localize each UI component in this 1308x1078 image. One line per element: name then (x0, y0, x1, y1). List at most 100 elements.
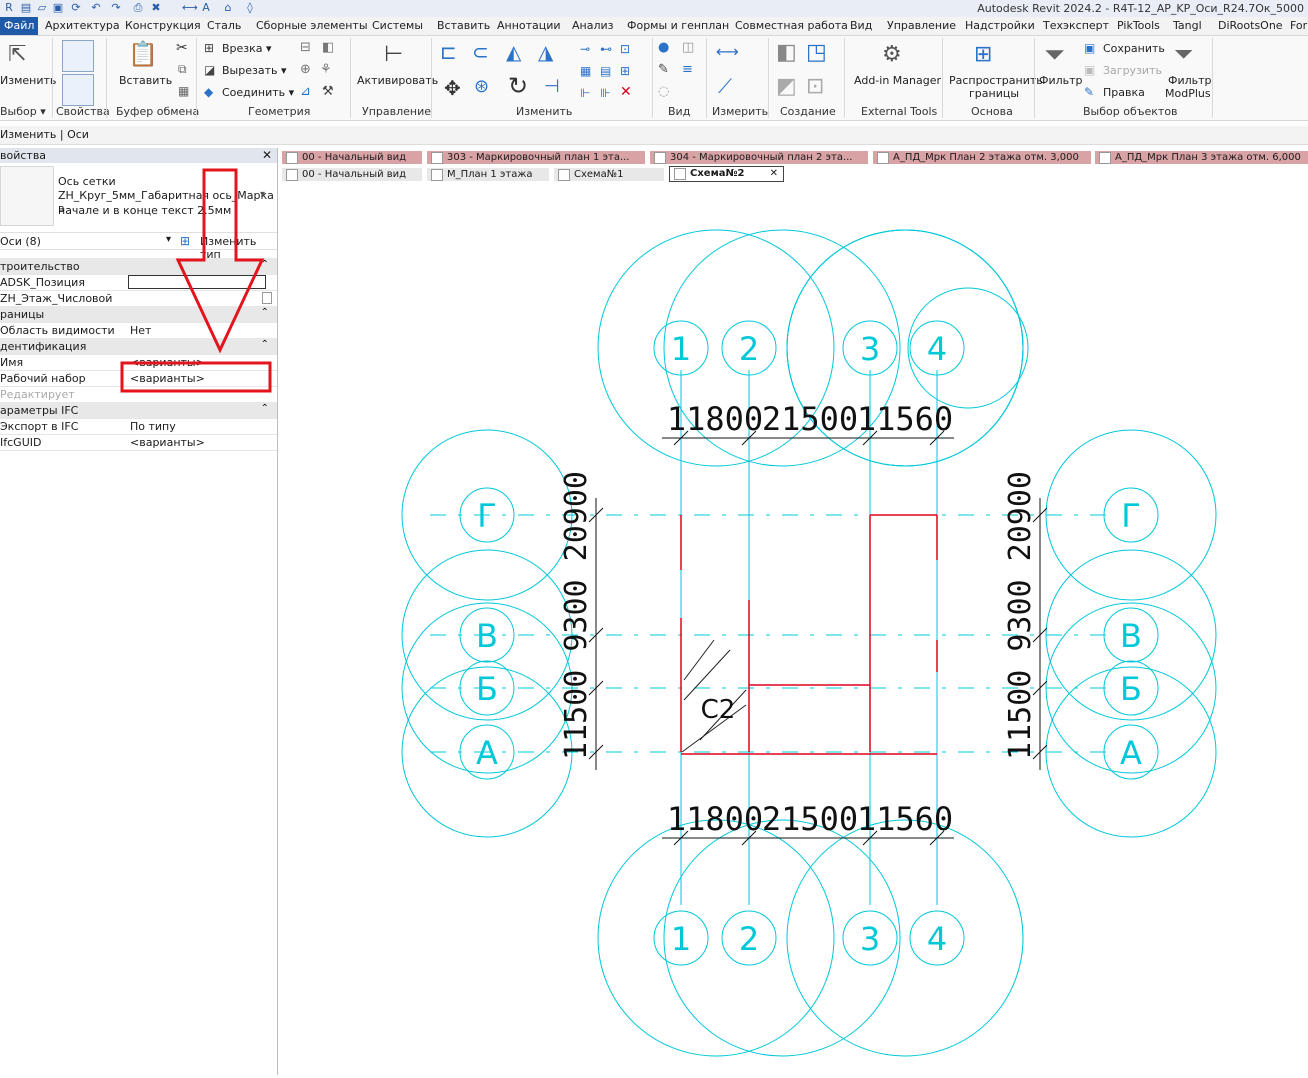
move-icon[interactable]: ✥ (444, 76, 461, 100)
tab-view[interactable]: Вид (850, 19, 872, 32)
grid-label-top-3[interactable]: 3 (860, 330, 880, 368)
temp-hide-icon[interactable]: ◌ (658, 84, 669, 99)
sync-icon[interactable]: ⟳ (70, 2, 82, 14)
array-icon[interactable]: ▦ (580, 64, 591, 78)
spread-bounds-button-line2[interactable]: границы (969, 87, 1019, 100)
doc-tab-scheme-1[interactable]: Схема№1 (554, 168, 664, 181)
doc-tab-floor-plan-3[interactable]: А_ПД_Мрк План 3 этажа отм. 6,000 (1095, 151, 1308, 164)
grid-label-bottom-4[interactable]: 4 (927, 920, 947, 958)
dim-top-3[interactable]: 11560 (857, 400, 953, 438)
category-ifc-parameters[interactable]: араметры IFC ⌃ (0, 402, 277, 419)
save-selection-icon[interactable]: ▣ (1084, 41, 1095, 55)
tab-file[interactable]: Файл (0, 17, 39, 35)
filter-funnel-icon[interactable]: ⏷ (1044, 40, 1065, 71)
paste-icon[interactable]: 📋 (128, 40, 158, 68)
measure-icon[interactable]: ⟷ (182, 2, 198, 14)
grid-label-bottom-2[interactable]: 2 (739, 920, 759, 958)
3d-icon[interactable]: ⌂ (222, 2, 234, 14)
tab-techexpert[interactable]: Техэксперт (1043, 19, 1109, 32)
doc-tab-start-view-2[interactable]: 00 - Начальный вид (282, 168, 422, 181)
grid-label-top-4[interactable]: 4 (927, 330, 947, 368)
grid-label-left-a[interactable]: А (476, 734, 498, 772)
align-icon[interactable]: ⊏ (440, 40, 457, 64)
close-tab-icon[interactable]: ✕ (770, 167, 778, 181)
measure-distance-icon[interactable]: ⟷ (716, 42, 739, 61)
tab-precast[interactable]: Сборные элементы (256, 19, 368, 32)
addin-manager-button[interactable]: Add-in Manager (854, 74, 941, 87)
visibility-icon[interactable]: ● (658, 40, 669, 55)
drawing-canvas[interactable]: 1 2 3 4 1 2 3 4 Г В Б А Г В Б А С2 11800… (278, 186, 1308, 1075)
tab-annotate[interactable]: Аннотации (497, 19, 561, 32)
plan-view[interactable]: 1 2 3 4 1 2 3 4 Г В Б А Г В Б А С2 11800… (278, 186, 1308, 1075)
load-selection-icon[interactable]: ▣ (1084, 63, 1095, 77)
tab-piktools[interactable]: PikTools (1117, 19, 1160, 32)
cursor-arrow-icon[interactable]: ⇱ (8, 42, 26, 67)
close-window-icon[interactable]: ✖ (150, 2, 162, 14)
tab-collaborate[interactable]: Совместная работа (735, 19, 848, 32)
addin-manager-icon[interactable]: ⚙ (882, 42, 902, 67)
dim-right-vertical[interactable]: 11500 9300 20900 (1003, 471, 1038, 760)
doc-tab-scheme-2[interactable]: Схема№2 ✕ (669, 166, 784, 182)
scale-icon[interactable]: ⊡ (620, 42, 630, 56)
filter-button[interactable]: Фильтр (1039, 74, 1083, 87)
grid-label-right-a[interactable]: А (1120, 734, 1142, 772)
text-icon[interactable]: A (200, 2, 212, 14)
split-icon[interactable]: ⊸ (580, 42, 590, 56)
create-similar-icon[interactable]: ⊡ (806, 74, 824, 99)
section-icon[interactable]: ◊ (244, 2, 256, 14)
trim-icon[interactable]: ⊣ (544, 76, 560, 97)
tab-analyze[interactable]: Анализ (572, 19, 614, 32)
create-assembly-icon[interactable]: ◩ (776, 74, 797, 99)
join-icon[interactable]: ◆ (204, 85, 213, 99)
mirror-axis-icon[interactable]: ◭ (506, 40, 521, 64)
grid-label-right-v[interactable]: В (1120, 617, 1142, 655)
grid-label-bottom-3[interactable]: 3 (860, 920, 880, 958)
section-tag[interactable]: С2 (701, 695, 736, 725)
param-row-ifc-export[interactable]: Экспорт в IFC По типу (0, 418, 277, 435)
modplus-filter-icon[interactable]: ⏷ (1174, 40, 1193, 68)
dim-top-1[interactable]: 11800 (667, 400, 763, 438)
grid-label-right-b[interactable]: Б (1120, 670, 1142, 708)
param-row-ifc-guid[interactable]: IfcGUID <варианты> (0, 434, 277, 451)
grid-label-bottom-1[interactable]: 1 (671, 920, 691, 958)
match-properties-icon[interactable]: ▦ (178, 84, 189, 98)
tab-tangl[interactable]: Tangl (1173, 19, 1202, 32)
grid-label-top-2[interactable]: 2 (739, 330, 759, 368)
tab-manage[interactable]: Управление (887, 19, 956, 32)
cope-button[interactable]: Врезка ▾ (222, 42, 272, 55)
cut-icon[interactable]: ✂ (176, 40, 188, 56)
folder-icon[interactable]: ▱ (36, 2, 48, 14)
save-selection-button[interactable]: Сохранить (1103, 42, 1165, 55)
split-face-icon[interactable]: ◧ (322, 40, 334, 55)
cut-geometry-icon[interactable]: ◪ (204, 63, 215, 77)
doc-tab-marking-plan-1[interactable]: 303 - Маркировочный план 1 эта... (427, 151, 645, 164)
create-group-icon[interactable]: ◳ (806, 40, 827, 65)
unpin-icon[interactable]: ▤ (600, 64, 611, 78)
extend-icon[interactable]: ⊪ (600, 86, 610, 100)
activate-button[interactable]: Активировать (357, 74, 438, 87)
param-value[interactable]: <варианты> (130, 436, 205, 449)
join-button[interactable]: Соединить ▾ (222, 86, 294, 99)
edit-selection-button[interactable]: Правка (1103, 86, 1145, 99)
create-part-icon[interactable]: ◧ (776, 40, 797, 65)
doc-tab-start-view[interactable]: 00 - Начальный вид (282, 151, 422, 164)
redo-icon[interactable]: ↷ (110, 2, 122, 14)
measure-along-icon[interactable]: ⟋ (718, 74, 732, 98)
tab-steel[interactable]: Сталь (207, 19, 241, 32)
wall-joins-icon[interactable]: ⊟ (300, 40, 311, 55)
copy-icon[interactable]: ⧉ (178, 62, 187, 77)
grid-label-right-g[interactable]: Г (1121, 497, 1141, 535)
mirror-draw-icon[interactable]: ◮ (538, 40, 553, 64)
hammer-icon[interactable]: ⚒ (322, 84, 334, 99)
select-panel-title[interactable]: Выбор ▾ (0, 105, 46, 118)
modify-button[interactable]: Изменить (0, 74, 56, 87)
paste-button[interactable]: Вставить (119, 74, 172, 87)
dim-bottom-2[interactable]: 21500 (762, 800, 858, 838)
demolish-icon[interactable]: ⊕ (300, 62, 311, 77)
linework-icon[interactable]: ✎ (658, 62, 669, 77)
tab-architecture[interactable]: Архитектура (45, 19, 120, 32)
grid-label-left-b[interactable]: Б (476, 670, 498, 708)
edit-selection-icon[interactable]: ✎ (1084, 85, 1094, 99)
grid-label-left-g[interactable]: Г (477, 497, 497, 535)
load-selection-button[interactable]: Загрузить (1103, 64, 1162, 77)
